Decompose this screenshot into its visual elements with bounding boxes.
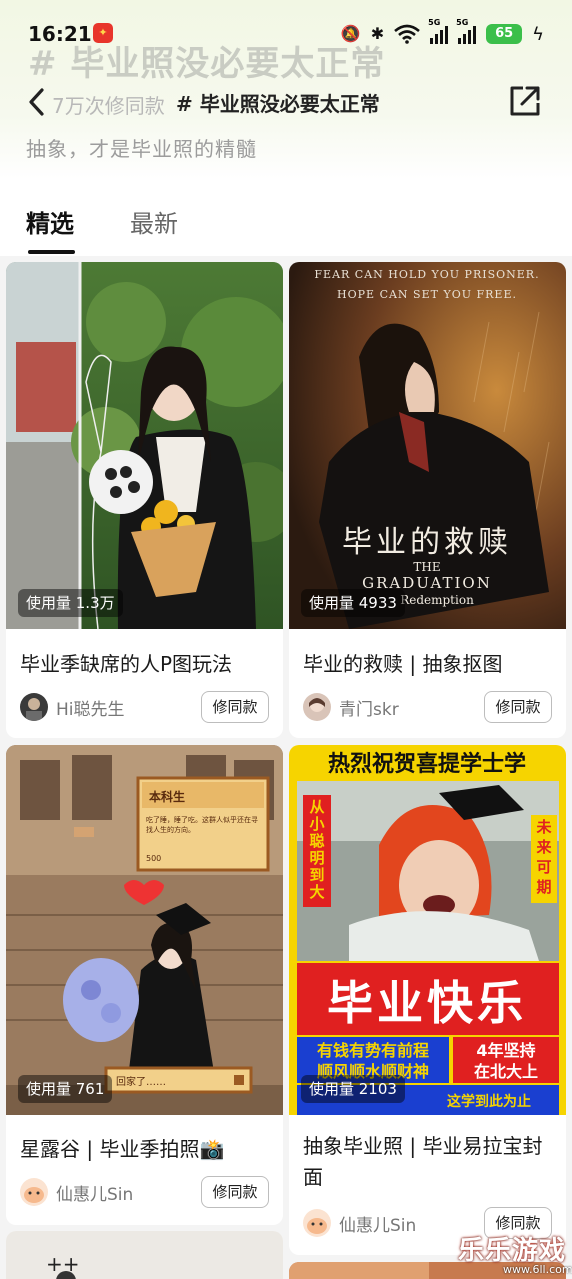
template-title: 星露谷 | 毕业季拍照📸: [20, 1137, 225, 1161]
template-card[interactable]: 使用量 1.3万 毕业季缺席的人P图玩法 Hi聪先生 修同款: [6, 262, 283, 738]
topic-description: 抽象，才是毕业照的精髓: [26, 137, 257, 161]
template-thumbnail[interactable]: ++: [6, 1231, 283, 1279]
bluetooth-icon: ✱: [370, 24, 385, 43]
right-column-slogan: 未来可期: [536, 818, 552, 896]
template-card[interactable]: ++: [6, 1231, 283, 1279]
remix-button[interactable]: 修同款: [201, 691, 269, 723]
back-button[interactable]: [22, 84, 54, 120]
template-card[interactable]: 热烈祝贺喜提学士学 从小聪明到大 未来可期 毕业快乐 有钱有势有前程 顺风顺水顺…: [289, 745, 566, 1255]
watermark-url: www.6ll.com: [503, 1263, 572, 1276]
signal-2-icon: 5G: [456, 18, 477, 44]
graduation-photo-image: [6, 262, 283, 629]
signal-1-icon: 5G: [428, 18, 449, 44]
template-title: 抽象毕业照 | 毕业易拉宝封面: [303, 1134, 543, 1189]
bottom-box-text: 回家了……: [116, 1075, 166, 1088]
poster-title-en: THE: [413, 560, 440, 574]
template-title: 毕业的救赎 | 抽象抠图: [303, 652, 503, 676]
author-name[interactable]: 仙惠儿Sin: [56, 1180, 133, 1205]
main-slogan: 毕业快乐: [327, 976, 527, 1030]
stardew-photo-image: 本科生 吃了睡，睡了吃。这群人似乎还在寻找人生的方向。 500 回家了……: [6, 745, 283, 1115]
author[interactable]: 仙惠儿Sin: [20, 1177, 133, 1207]
side-slogan: 在北大上: [474, 1062, 538, 1081]
topic-header: # 毕业照没必要太正常 16:21 ✦ 🔕 ✱ 5G 5G 65 ϟ 7万次修同…: [0, 0, 572, 256]
charging-icon: ϟ: [532, 23, 544, 45]
box-title: 本科生: [149, 789, 185, 804]
page-title: # 毕业照没必要太正常: [176, 92, 380, 116]
usage-count-badge: 使用量 761: [18, 1075, 113, 1103]
template-title: 毕业季缺席的人P图玩法: [20, 652, 233, 676]
usage-count-faded: 7万次修同款: [52, 94, 165, 118]
template-thumbnail[interactable]: 热烈祝贺喜提学士学 从小聪明到大 未来可期 毕业快乐 有钱有势有前程 顺风顺水顺…: [289, 745, 566, 1115]
box-body: 吃了睡，睡了吃。这群人似乎还在寻找人生的方向。: [146, 816, 258, 834]
remix-button[interactable]: 修同款: [201, 1176, 269, 1208]
author[interactable]: Hi聪先生: [20, 692, 125, 722]
battery-icon: 65: [486, 24, 523, 44]
graduation-banner-image: 热烈祝贺喜提学士学 从小聪明到大 未来可期 毕业快乐 有钱有势有前程 顺风顺水顺…: [289, 745, 566, 1115]
usage-count-badge: 使用量 2103: [301, 1075, 405, 1103]
left-column-slogan: 从小聪明到大: [309, 799, 325, 901]
clock: 16:21: [28, 22, 92, 46]
status-bar: 16:21 ✦ 🔕 ✱ 5G 5G 65 ϟ: [0, 0, 572, 64]
template-thumbnail[interactable]: 使用量 1.3万: [6, 262, 283, 629]
share-icon[interactable]: [508, 84, 542, 118]
mute-icon: 🔕: [340, 24, 361, 43]
tab-latest[interactable]: 最新: [130, 204, 178, 239]
app-notification-icon: ✦: [93, 23, 113, 43]
redemption-poster-image: FEAR CAN HOLD YOU PRISONER. HOPE CAN SET…: [289, 262, 566, 629]
template-card[interactable]: FEAR CAN HOLD YOU PRISONER. HOPE CAN SET…: [289, 262, 566, 738]
author[interactable]: 青门skr: [303, 692, 399, 722]
poster-title-cn: 毕业的救赎: [342, 525, 512, 560]
author-avatar[interactable]: [20, 1178, 48, 1206]
author-name[interactable]: 仙惠儿Sin: [339, 1211, 416, 1236]
tab-featured[interactable]: 精选: [26, 204, 74, 239]
usage-count-badge: 使用量 4933: [301, 589, 405, 617]
status-icons: 🔕 ✱ 5G 5G 65 ϟ: [340, 18, 544, 46]
template-card[interactable]: 本科生 吃了睡，睡了吃。这群人似乎还在寻找人生的方向。 500 回家了…… 使用…: [6, 745, 283, 1225]
template-thumbnail[interactable]: 本科生 吃了睡，睡了吃。这群人似乎还在寻找人生的方向。 500 回家了…… 使用…: [6, 745, 283, 1115]
poster-quote: FEAR CAN HOLD YOU PRISONER.: [314, 268, 539, 281]
side-slogan: 4年坚持: [476, 1041, 535, 1060]
tab-bar: 精选 最新: [0, 190, 572, 256]
wifi-icon: [394, 24, 420, 44]
slogan-line: 有钱有势有前程: [317, 1041, 429, 1060]
footer-slogan: 这学到此为止: [447, 1093, 531, 1110]
author-name[interactable]: 青门skr: [339, 695, 399, 720]
author-name[interactable]: Hi聪先生: [56, 695, 125, 720]
page: # 毕业照没必要太正常 16:21 ✦ 🔕 ✱ 5G 5G 65 ϟ 7万次修同…: [0, 0, 572, 1279]
author-avatar[interactable]: [303, 693, 331, 721]
box-number: 500: [146, 854, 161, 863]
poster-title-en: Redemption: [400, 593, 474, 607]
watermark-logo: 乐乐游戏: [458, 1236, 567, 1266]
banner-headline: 热烈祝贺喜提学士学: [328, 751, 526, 777]
usage-count-badge: 使用量 1.3万: [18, 589, 123, 617]
author-avatar[interactable]: [20, 693, 48, 721]
template-thumbnail[interactable]: FEAR CAN HOLD YOU PRISONER. HOPE CAN SET…: [289, 262, 566, 629]
remix-button[interactable]: 修同款: [484, 691, 552, 723]
poster-quote: HOPE CAN SET YOU FREE.: [337, 288, 517, 301]
active-tab-indicator: [28, 250, 75, 254]
author-avatar[interactable]: [303, 1209, 331, 1237]
author[interactable]: 仙惠儿Sin: [303, 1208, 416, 1238]
